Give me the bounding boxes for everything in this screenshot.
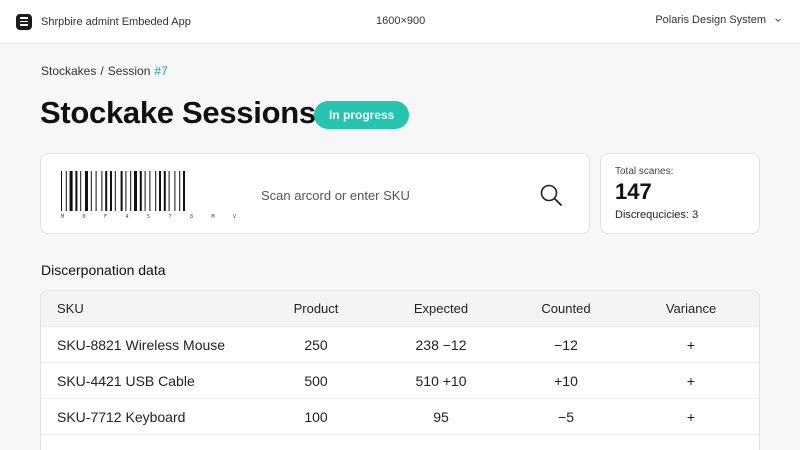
stats-card: Total scanes: 147 Discrequcicies: 3: [600, 153, 760, 234]
design-system-selector[interactable]: Polaris Design System: [655, 14, 782, 26]
barcode-digit: 5: [147, 214, 150, 219]
row-variance: +: [686, 337, 696, 353]
row-sku: SKU-7712 Keyboard: [57, 409, 186, 425]
design-system-label: Polaris Design System: [655, 14, 766, 26]
column-header-variance[interactable]: Variance: [651, 291, 731, 327]
scan-card: M 0 F 4 5 7 8 M V: [40, 153, 590, 234]
barcode-digit: 7: [169, 214, 172, 219]
barcode-digit: V: [233, 214, 236, 219]
breadcrumb-separator: /: [100, 64, 104, 78]
table-row[interactable]: SKU-4421 USB Cable 500 510 +10 +10 +: [41, 363, 759, 399]
row-product: 100: [304, 409, 328, 425]
barcode-digit: M: [212, 214, 215, 219]
row-counted: −12: [554, 337, 578, 353]
table-row[interactable]: [41, 435, 759, 450]
total-scans-value: 147: [615, 179, 652, 204]
table-row[interactable]: SKU-7712 Keyboard 100 95 −5 +: [41, 399, 759, 435]
discrepancy-table: SKU Product Expected Counted Variance SK…: [40, 290, 760, 450]
search-icon[interactable]: [538, 182, 564, 208]
row-expected: 238 −12: [415, 337, 467, 353]
column-header-product[interactable]: Product: [276, 291, 356, 327]
row-product: 500: [304, 373, 328, 389]
row-variance: +: [686, 373, 696, 389]
row-expected: 510 +10: [415, 373, 467, 389]
row-sku: SKU-4421 USB Cable: [57, 373, 195, 389]
column-header-expected[interactable]: Expected: [401, 291, 481, 327]
column-header-sku[interactable]: SKU: [57, 291, 84, 327]
breadcrumb-current: Session: [107, 64, 151, 78]
breadcrumb-parent[interactable]: Stockakes: [41, 64, 96, 78]
total-scans-label: Total scanes:: [615, 166, 674, 177]
breadcrumb-session-id: #7: [154, 64, 168, 78]
chevron-down-icon: [775, 18, 781, 22]
row-sku: SKU-8821 Wireless Mouse: [57, 337, 226, 353]
barcode-digit: 4: [126, 214, 129, 219]
column-header-counted[interactable]: Counted: [526, 291, 606, 327]
row-expected: 95: [433, 409, 449, 425]
scan-input[interactable]: [261, 182, 521, 208]
barcode-image: M 0 F 4 5 7 8 M V: [61, 171, 236, 219]
barcode-digit: M: [61, 214, 64, 219]
discrepancies-summary: Discrequcicies: 3: [615, 209, 745, 221]
barcode-digit: F: [104, 214, 107, 219]
app-title: Shrpbire admint Embeded App: [41, 15, 191, 28]
barcode-digit: 0: [83, 214, 86, 219]
status-badge: In progress: [314, 101, 410, 129]
app-menu-icon[interactable]: [16, 13, 32, 30]
row-product: 250: [304, 337, 328, 353]
table-header-row: SKU Product Expected Counted Variance: [41, 291, 759, 327]
row-counted: +10: [554, 373, 578, 389]
resolution-label: 1600×900: [376, 15, 426, 27]
page-title: Stockake Sessions: [40, 95, 316, 130]
row-counted: −5: [558, 409, 574, 425]
section-title: Discerponation data: [41, 262, 166, 278]
row-variance: +: [686, 409, 696, 425]
discrepancies-label: Discrequcicies:: [615, 209, 689, 221]
barcode-digit: 8: [190, 214, 193, 219]
table-row[interactable]: SKU-8821 Wireless Mouse 250 238 −12 −12 …: [41, 327, 759, 363]
discrepancies-value: 3: [691, 209, 699, 221]
breadcrumb: Stockakes / Session #7: [41, 64, 168, 78]
